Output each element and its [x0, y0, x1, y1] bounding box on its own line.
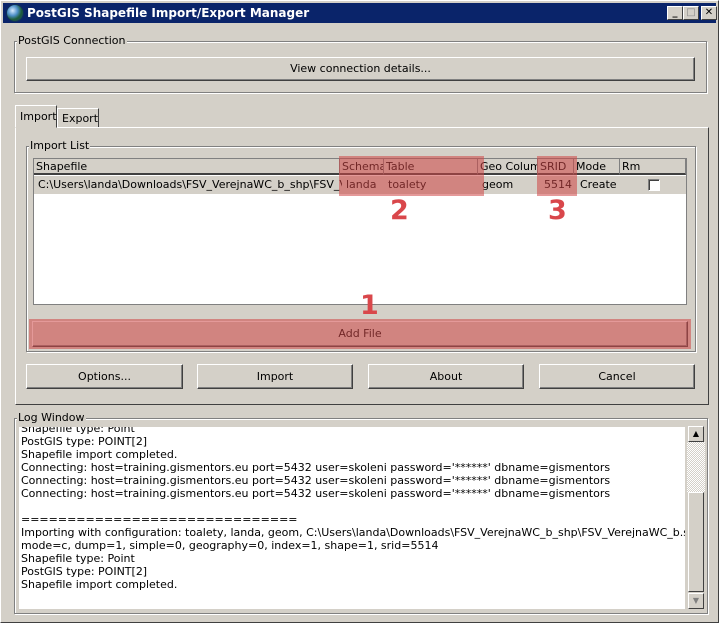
import-list-label: Import List [29, 139, 91, 152]
log-line: Shapefile type: Point [21, 427, 135, 435]
scroll-down-arrow-icon[interactable]: ▼ [688, 593, 704, 609]
annotation-marker-2: 2 [390, 195, 409, 226]
annotation-marker-1: 1 [360, 290, 379, 321]
add-file-button[interactable]: Add File [32, 321, 688, 347]
tab-export[interactable]: Export [57, 108, 99, 127]
column-header-mode[interactable]: Mode [574, 159, 620, 175]
log-line: ============================== [21, 513, 298, 526]
table-row[interactable]: C:\Users\landa\Downloads\FSV_VerejnaWC_b… [34, 176, 686, 194]
window-title: PostGIS Shapefile Import/Export Manager [27, 6, 310, 20]
column-header-shapefile[interactable]: Shapefile [34, 159, 340, 175]
column-header-schema[interactable]: Schema [340, 159, 384, 175]
cell-srid[interactable]: 5514 [544, 176, 574, 194]
log-line: Connecting: host=training.gismentors.eu … [21, 474, 611, 487]
log-line: Shapefile import completed. [21, 578, 178, 591]
annotation-marker-3: 3 [548, 195, 567, 226]
cell-geo-column[interactable]: geom [482, 176, 538, 194]
cancel-button[interactable]: Cancel [539, 364, 695, 389]
postgis-globe-icon [6, 4, 24, 22]
import-button[interactable]: Import [197, 364, 353, 389]
log-line: Shapefile import completed. [21, 448, 178, 461]
main-window: PostGIS Shapefile Import/Export Manager … [0, 0, 719, 623]
column-header-rm[interactable]: Rm [620, 159, 686, 175]
log-line: mode=c, dump=1, simple=0, geography=0, i… [21, 539, 439, 552]
log-line: Connecting: host=training.gismentors.eu … [21, 487, 611, 500]
options-button[interactable]: Options... [26, 364, 183, 389]
scroll-up-arrow-icon[interactable]: ▲ [688, 426, 704, 442]
view-connection-details-button[interactable]: View connection details... [26, 57, 695, 81]
title-bar[interactable]: PostGIS Shapefile Import/Export Manager … [3, 3, 717, 23]
minimize-button[interactable]: _ [667, 6, 683, 20]
scrollbar-thumb[interactable] [688, 492, 704, 592]
column-header-srid[interactable]: SRID [538, 159, 574, 175]
remove-checkbox[interactable] [648, 179, 660, 191]
cell-table[interactable]: toalety [388, 176, 476, 194]
log-window-label: Log Window [17, 411, 86, 424]
log-line: Importing with configuration: toalety, l… [21, 526, 685, 539]
column-header-geo-column[interactable]: Geo Column [478, 159, 538, 175]
log-line: Connecting: host=training.gismentors.eu … [21, 461, 611, 474]
cell-shapefile: C:\Users\landa\Downloads\FSV_VerejnaWC_b… [38, 178, 342, 191]
column-header-table[interactable]: Table [384, 159, 478, 175]
log-line: PostGIS type: POINT[2] [21, 565, 148, 578]
close-button[interactable]: ✕ [701, 6, 717, 20]
tab-import[interactable]: Import [15, 105, 57, 128]
cell-mode[interactable]: Create [580, 176, 620, 194]
postgis-connection-label: PostGIS Connection [17, 34, 127, 47]
log-text-area[interactable]: Shapefile type: Point PostGIS type: POIN… [19, 427, 685, 609]
log-scrollbar[interactable]: ▲ ▼ [687, 425, 705, 610]
maximize-button[interactable]: □ [683, 6, 699, 20]
log-line: Shapefile type: Point [21, 552, 135, 565]
cell-schema[interactable]: landa [346, 176, 386, 194]
import-list-table[interactable]: Shapefile Schema Table Geo Column SRID M… [33, 158, 687, 305]
scrollbar-track[interactable] [687, 442, 705, 492]
log-line: PostGIS type: POINT[2] [21, 435, 148, 448]
about-button[interactable]: About [368, 364, 524, 389]
